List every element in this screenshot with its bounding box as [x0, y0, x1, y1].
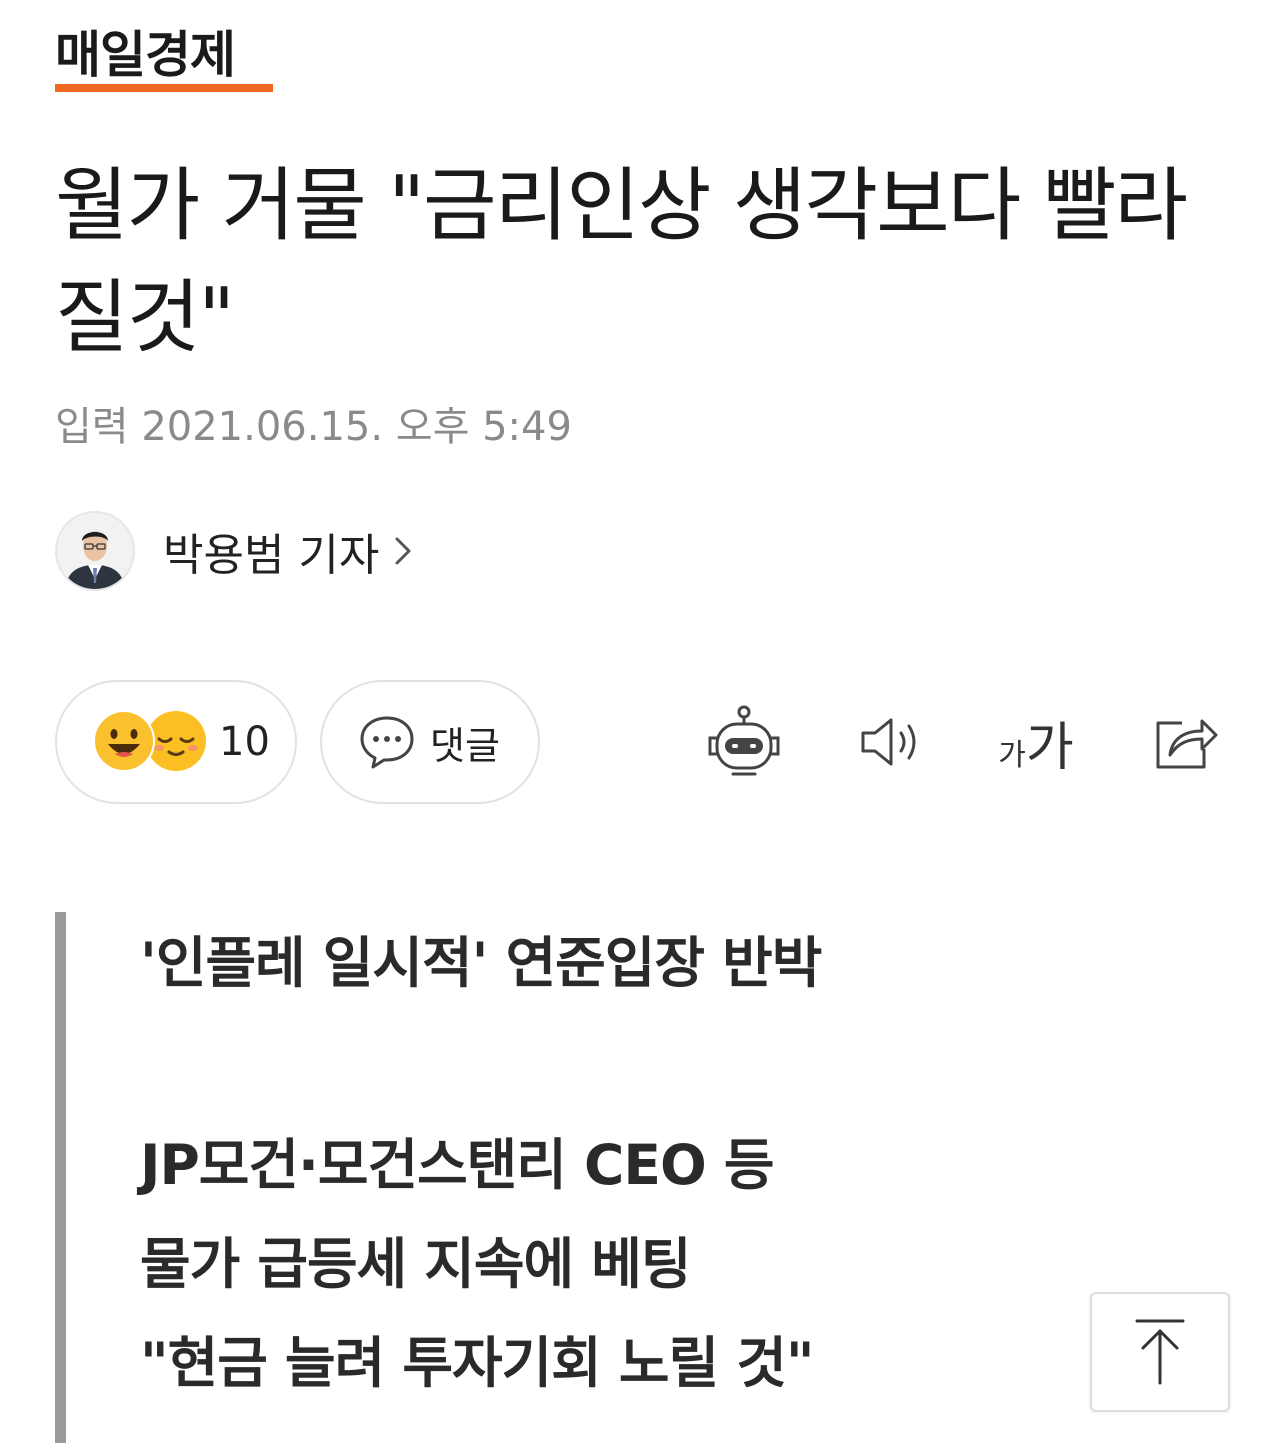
- summary-quote-bar: [55, 912, 66, 1443]
- published-timestamp: 입력 2021.06.15. 오후 5:49: [55, 404, 572, 450]
- smile-emoji-icon: [93, 710, 155, 772]
- reporter-avatar: [55, 511, 135, 591]
- summary-line: "현금 늘려 투자기회 노릴 것": [140, 1331, 815, 1395]
- article-headline: 월가 거물 "금리인상 생각보다 빨라질것": [55, 159, 1188, 364]
- summary-line: '인플레 일시적' 연준입장 반박: [140, 931, 822, 995]
- summary-line: 물가 급등세 지속에 베팅: [140, 1232, 691, 1296]
- font-size-icon: 가 가: [998, 705, 1073, 780]
- share-icon: [1156, 719, 1218, 769]
- font-size-large-glyph: 가: [1025, 717, 1074, 778]
- comments-label: 댓글: [430, 723, 500, 768]
- scroll-to-top-button[interactable]: [1090, 1292, 1230, 1412]
- comments-button[interactable]: 댓글: [320, 680, 540, 804]
- reporter-byline[interactable]: 박용범 기자: [55, 510, 413, 592]
- brand-logo-underline: [55, 84, 273, 92]
- summary-line: JP모건·모건스탠리 CEO 등: [140, 1133, 774, 1197]
- speech-bubble-icon: [358, 714, 416, 770]
- brand-logo[interactable]: 매일경제: [55, 26, 273, 94]
- arrow-up-to-top-icon: [1135, 1319, 1185, 1385]
- chevron-right-icon: [393, 533, 413, 569]
- font-size-small-glyph: 가: [998, 737, 1026, 773]
- listen-button[interactable]: [846, 698, 938, 786]
- reporter-name: 박용범 기자: [163, 530, 380, 581]
- reactions-button[interactable]: 10: [55, 680, 297, 804]
- share-button[interactable]: [1140, 698, 1232, 786]
- brand-logo-text: 매일경제: [55, 26, 236, 84]
- font-size-button[interactable]: 가 가: [990, 698, 1082, 786]
- reaction-emojis: [93, 710, 211, 774]
- speaker-icon: [861, 718, 916, 766]
- robot-summary-button[interactable]: [698, 698, 790, 786]
- reaction-count: 10: [219, 719, 270, 765]
- robot-icon: [708, 705, 780, 776]
